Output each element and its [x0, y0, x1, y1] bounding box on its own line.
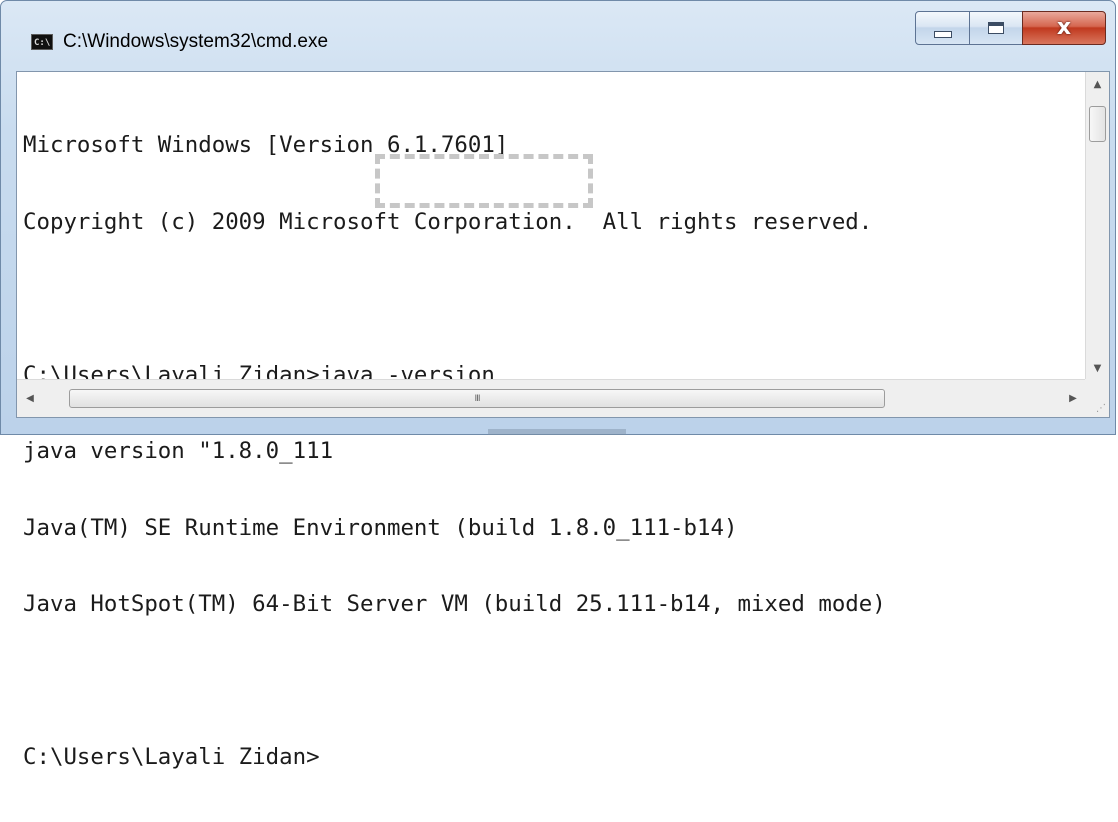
minimize-button[interactable] [915, 11, 970, 45]
resize-grip-icon[interactable]: ⋰ [1085, 379, 1109, 417]
console-output[interactable]: Microsoft Windows [Version 6.1.7601] Cop… [17, 72, 1086, 769]
vertical-scroll-thumb[interactable] [1089, 106, 1106, 142]
close-icon: x [1056, 15, 1072, 40]
maximize-button[interactable] [969, 11, 1023, 45]
console-line: java version "1.8.0_111 [23, 438, 334, 464]
console-prompt: C:\Users\Layali Zidan> [23, 744, 320, 770]
scroll-down-icon[interactable]: ▼ [1086, 356, 1109, 380]
cmd-window: C:\ C:\Windows\system32\cmd.exe x Micros… [0, 0, 1116, 770]
title-bar[interactable]: C:\ C:\Windows\system32\cmd.exe x [1, 1, 1115, 71]
console-line: Java HotSpot(TM) 64-Bit Server VM (build… [23, 591, 886, 617]
scroll-right-icon[interactable]: ▶ [1060, 380, 1086, 417]
minimize-icon [933, 30, 952, 38]
maximize-icon [988, 22, 1004, 34]
window-title: C:\Windows\system32\cmd.exe [63, 31, 329, 52]
horizontal-scroll-thumb[interactable]: III [69, 389, 885, 408]
close-button[interactable]: x [1022, 11, 1106, 45]
horizontal-scrollbar[interactable]: ◀ III ▶ [17, 379, 1086, 417]
taskbar-edge [488, 429, 626, 435]
command-highlight-box [375, 154, 593, 208]
vertical-scrollbar[interactable]: ▲ ▼ [1085, 72, 1109, 380]
cmd-icon[interactable]: C:\ [31, 34, 53, 50]
console-line: Copyright (c) 2009 Microsoft Corporation… [23, 208, 873, 235]
scroll-up-icon[interactable]: ▲ [1086, 72, 1109, 96]
console-line: Java(TM) SE Runtime Environment (build 1… [23, 514, 738, 541]
console-area[interactable]: Microsoft Windows [Version 6.1.7601] Cop… [16, 71, 1110, 770]
scroll-left-icon[interactable]: ◀ [17, 380, 43, 417]
grip-icon: III [474, 393, 481, 404]
